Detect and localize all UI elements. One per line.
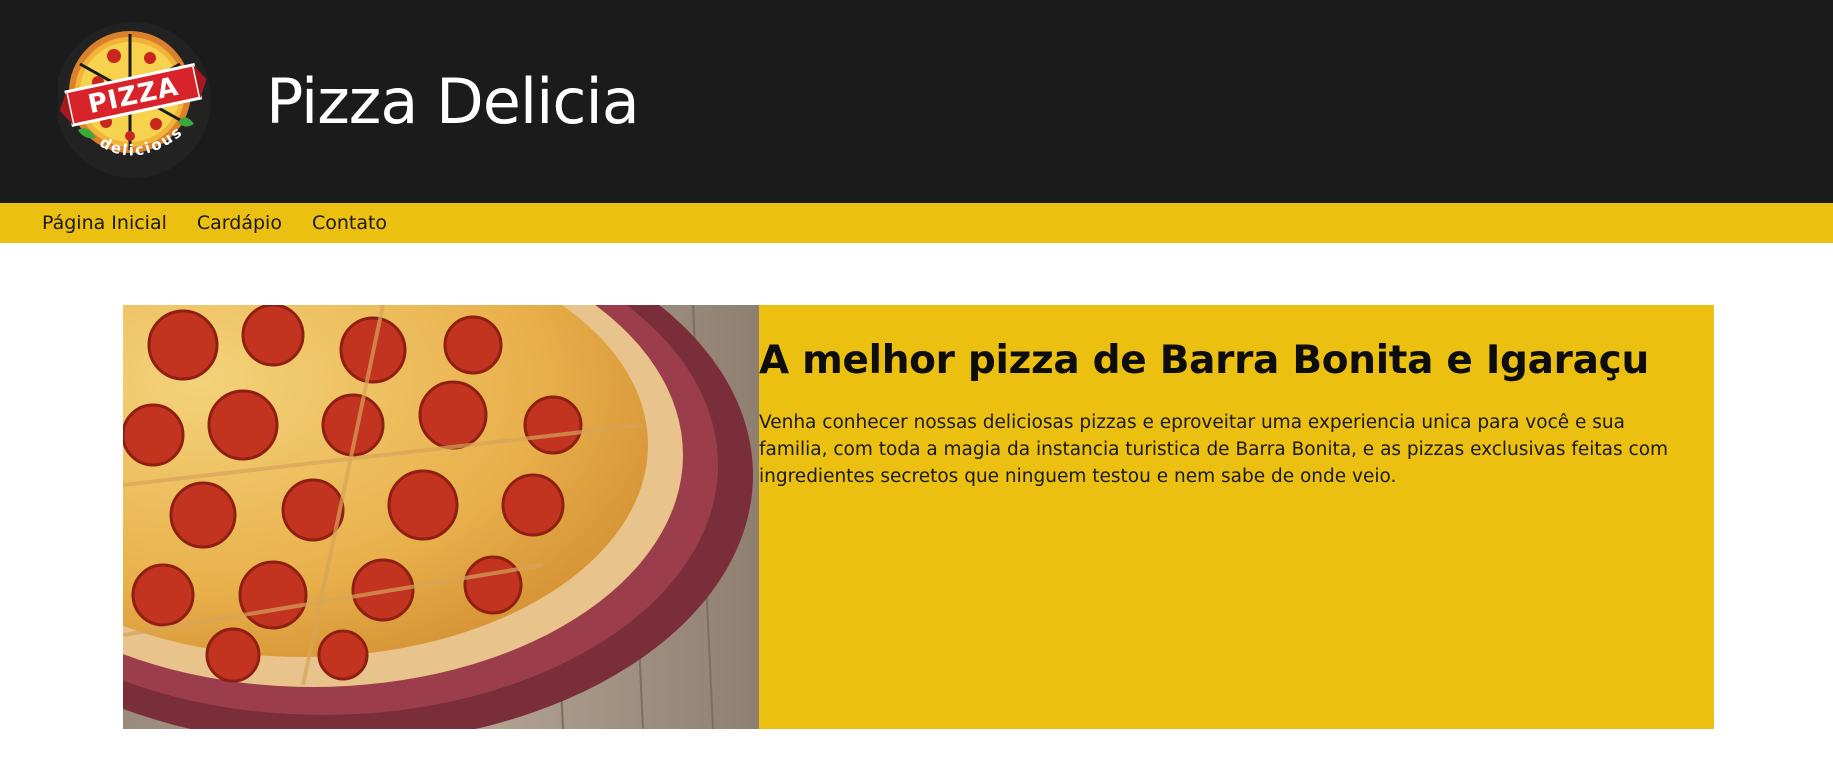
main-nav: Página Inicial Cardápio Contato <box>0 203 1833 243</box>
hero-description: Venha conhecer nossas deliciosas pizzas … <box>759 412 1669 487</box>
hero-heading: A melhor pizza de Barra Bonita e Igaraçu <box>759 338 1649 383</box>
hero-section: A melhor pizza de Barra Bonita e Igaraçu… <box>123 305 1714 729</box>
nav-item-menu[interactable]: Cardápio <box>197 203 282 243</box>
pepperoni-pizza-image <box>123 305 759 729</box>
nav-item-home[interactable]: Página Inicial <box>42 203 167 243</box>
site-header: PIZZA delicious Pizza Delicia <box>0 0 1833 203</box>
pizza-logo-icon[interactable]: PIZZA delicious <box>55 12 218 182</box>
nav-item-contact[interactable]: Contato <box>312 203 387 243</box>
site-title: Pizza Delicia <box>266 65 640 138</box>
hero-text-block: A melhor pizza de Barra Bonita e Igaraçu… <box>759 305 1699 729</box>
